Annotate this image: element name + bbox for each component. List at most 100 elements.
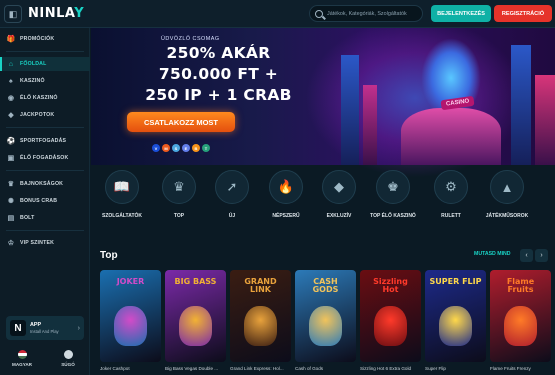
join-now-button[interactable]: CSATLAKOZZ MOST (127, 112, 235, 132)
casino-building (401, 108, 501, 165)
game-card[interactable]: SUPER FLIP Super Flip (425, 270, 486, 371)
game-name: Flame Fruits Frenzy (490, 366, 531, 371)
hero-title-line2: 750.000 FT + (158, 65, 279, 83)
rocket-icon: ➚ (215, 170, 249, 204)
game-name: Grand Link Express: Hol... (230, 366, 284, 371)
search-bar[interactable] (309, 5, 423, 22)
game-name: Super Flip (425, 366, 446, 371)
app-download-banner[interactable]: N APP Install And Play › (6, 316, 84, 340)
game-thumbnail[interactable]: CASH GODS (295, 270, 356, 362)
crab-icon: ✺ (7, 198, 15, 205)
game-card[interactable]: Sizzling Hot Sizzling Hot 6 Extra Gold (360, 270, 421, 371)
game-thumbnail[interactable]: JOKER (100, 270, 161, 362)
category-roulette[interactable]: ⚙ RULETT (426, 170, 476, 219)
sidebar-item-sports[interactable]: ⚽ SPORTFOGADÁS (0, 134, 90, 148)
game-card[interactable]: GRAND LINK Grand Link Express: Hol... (230, 270, 291, 371)
hero-banner[interactable]: CASINO ÜDVÖZLŐ CSOMAG 250% AKÁR 750.000 … (91, 28, 555, 178)
game-name: Sizzling Hot 6 Extra Gold (360, 366, 412, 371)
ball-icon: ⚽ (6, 138, 16, 145)
jackpot-icon: ◆ (8, 112, 14, 119)
category-popular[interactable]: 🔥 NÉPSZERŰ (261, 170, 311, 219)
game-art-title: JOKER (116, 277, 145, 286)
sidebar-item-promotions[interactable]: 🎁 PROMÓCIÓK (0, 32, 90, 46)
live-dealer-icon: ♚ (376, 170, 410, 204)
divider (6, 127, 84, 128)
category-top-live-casino[interactable]: ♚ TOP ÉLŐ KASZINÓ (368, 170, 418, 219)
game-name: Big Bass Vegas Double ... (165, 366, 219, 371)
shop-icon: ▤ (7, 215, 15, 222)
game-thumbnail[interactable]: Flame Fruits (490, 270, 551, 362)
game-art-figure (504, 306, 537, 346)
game-name: Joker Cashpot (100, 366, 130, 371)
game-art-title: CASH GODS (312, 277, 339, 294)
live-bet-icon: ▣ (7, 155, 15, 162)
game-art-figure (114, 306, 147, 346)
divider (6, 170, 84, 171)
game-card[interactable]: BIG BASS Big Bass Vegas Double ... (165, 270, 226, 371)
divider (6, 230, 84, 231)
scroll-left-button[interactable]: ‹ (520, 249, 533, 262)
login-button[interactable]: BEJELENTKEZÉS (431, 5, 491, 22)
game-art-title: Flame Fruits (506, 277, 535, 294)
sidebar-item-live-casino[interactable]: ◉ ÉLŐ KASZINÓ (0, 91, 90, 105)
game-card[interactable]: CASH GODS Cash of Gods (295, 270, 356, 371)
category-strip: 📖 SZOLGÁLTATÓK ♛ TOP ➚ ÚJ 🔥 NÉPSZERŰ ◆ EXKLUZ… (91, 168, 555, 244)
hero-title-line3: 250 IP + 1 CRAB (145, 86, 292, 104)
tether-icon: T (202, 144, 210, 152)
game-thumbnail[interactable]: GRAND LINK (230, 270, 291, 362)
ethereum-icon: E (182, 144, 190, 152)
sidebar-item-home[interactable]: ⌂ FŐOLDAL (0, 57, 90, 71)
sidebar-item-vip[interactable]: ♔ VIP SZINTEK (0, 236, 90, 250)
game-art-figure (244, 306, 277, 346)
register-button[interactable]: REGISZTRÁCIÓ (494, 5, 552, 22)
game-art-title: SUPER FLIP (429, 277, 482, 286)
menu-toggle-button[interactable]: ◧ (4, 5, 22, 23)
game-thumbnail[interactable]: BIG BASS (165, 270, 226, 362)
game-card[interactable]: JOKER Joker Cashpot (100, 270, 161, 371)
divider (6, 51, 84, 52)
sidebar-item-jackpots[interactable]: ◆ JACKPOTOK (0, 108, 90, 122)
app-subtitle: Install And Play (30, 329, 59, 334)
sidebar-item-tournaments[interactable]: ♛ BAJNOKSÁGOK (0, 177, 90, 191)
trophy-icon: ♛ (7, 181, 15, 188)
chevron-right-icon: › (77, 324, 80, 332)
sidebar-item-casino[interactable]: ♠ KASZINÓ (0, 74, 90, 88)
game-thumbnail[interactable]: Sizzling Hot (360, 270, 421, 362)
payment-methods: V M S E B T (152, 144, 210, 152)
logo[interactable]: NINLAY (28, 6, 84, 21)
category-top[interactable]: ♛ TOP (154, 170, 204, 219)
show-all-link[interactable]: MUTASD MIND (474, 251, 511, 257)
scroll-right-button[interactable]: › (535, 249, 548, 262)
sidebar-item-shop[interactable]: ▤ BOLT (0, 211, 90, 225)
game-art-figure (374, 306, 407, 346)
game-art-figure (439, 306, 472, 346)
category-providers[interactable]: 📖 SZOLGÁLTATÓK (97, 170, 147, 219)
game-thumbnail[interactable]: SUPER FLIP (425, 270, 486, 362)
sidebar-item-live-bets[interactable]: ▣ ÉLŐ FOGADÁSOK (0, 151, 90, 165)
roulette-icon: ⚙ (434, 170, 468, 204)
diamond-icon: ◆ (322, 170, 356, 204)
game-art-figure (179, 306, 212, 346)
book-icon: 📖 (105, 170, 139, 204)
building (535, 75, 555, 165)
category-exclusive[interactable]: ◆ EXKLUZÍV (314, 170, 364, 219)
search-icon (315, 9, 323, 18)
live-icon: ◉ (7, 95, 15, 102)
support-button[interactable]: SÚGÓ (48, 350, 88, 367)
category-new[interactable]: ➚ ÚJ (207, 170, 257, 219)
home-icon: ⌂ (8, 60, 14, 68)
game-art-title: Sizzling Hot (373, 277, 408, 294)
search-input[interactable] (327, 10, 422, 17)
bitcoin-icon: B (192, 144, 200, 152)
sidebar-item-bonus-crab[interactable]: ✺ BONUS CRAB (0, 194, 90, 208)
visa-icon: V (152, 144, 160, 152)
app-logo-icon: N (10, 320, 26, 336)
mastercard-icon: M (162, 144, 170, 152)
game-card[interactable]: Flame Fruits Flame Fruits Frenzy (490, 270, 551, 371)
cards-icon: ♠ (9, 77, 13, 85)
games-carousel: JOKER Joker Cashpot BIG BASS Big Bass Vegas… (100, 270, 555, 375)
category-game-shows[interactable]: ▲ JÁTÉKMŰSOROK (482, 170, 532, 219)
language-selector[interactable]: MAGYAR (2, 350, 42, 367)
main-content: CASINO ÜDVÖZLŐ CSOMAG 250% AKÁR 750.000 … (91, 28, 555, 375)
skrill-icon: S (172, 144, 180, 152)
